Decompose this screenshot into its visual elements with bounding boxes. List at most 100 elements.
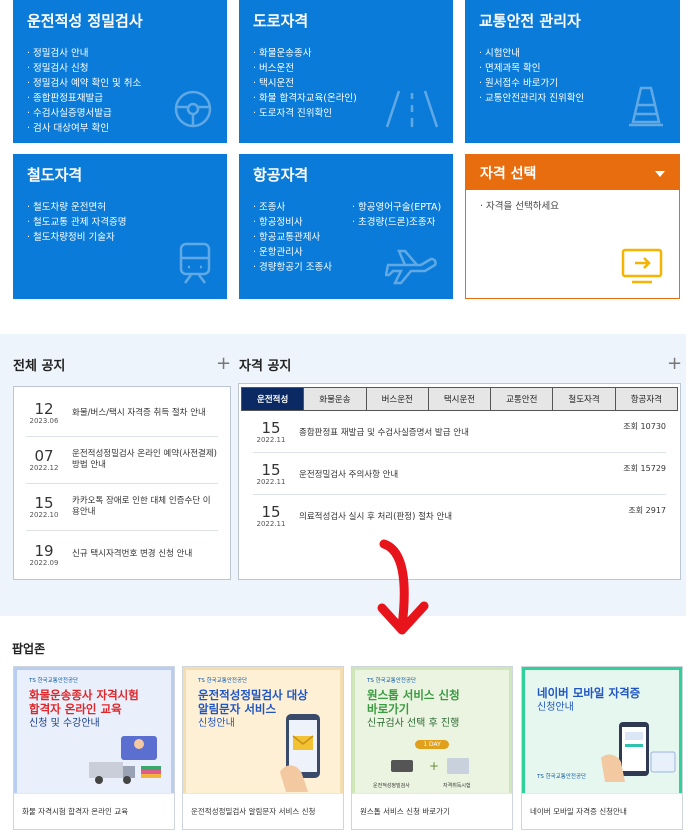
tile-link[interactable]: 화물운송종사 — [253, 46, 439, 61]
popup-caption[interactable]: 네이버 모바일 자격증 신청안내 — [522, 793, 682, 829]
notice-title[interactable]: 화물/버스/택시 자격증 취득 절차 안내 — [72, 408, 206, 419]
notice-day: 15 — [261, 418, 281, 437]
tile-link[interactable]: 항공정비사 — [253, 215, 332, 230]
tile-traffic-safety-manager[interactable]: 교통안전 관리자 시험안내 면제과목 확인 원서접수 바로가기 교통안전관리자 … — [465, 0, 680, 143]
popup-card[interactable]: 네이버 모바일 자격증 신청안내 TS 한국교통안전공단 네이버 모바일 자격증… — [521, 666, 683, 830]
notice-title[interactable]: 의료적성검사 실시 후 처리(판정) 절차 안내 — [299, 510, 452, 522]
tile-link[interactable]: 운항관리사 — [253, 245, 332, 260]
notice-year-month: 2023.06 — [29, 417, 59, 425]
popup-banner[interactable]: 네이버 모바일 자격증 신청안내 TS 한국교통안전공단 — [522, 667, 682, 793]
popup-card[interactable]: TS 한국교통안전공단 화물운송종사 자격시험 합격자 온라인 교육 신청 및 … — [13, 666, 175, 830]
tile-title[interactable]: 도로자격 — [253, 10, 439, 31]
qualification-select-header[interactable]: 자격 선택 — [466, 155, 679, 190]
notice-day: 19 — [34, 541, 54, 560]
banner-subtitle: 신청안내 — [537, 702, 574, 713]
tile-link[interactable]: 면제과목 확인 — [479, 61, 666, 76]
tile-aviation-qualification[interactable]: 항공자격 조종사 항공정비사 항공교통관제사 운항관리사 경량항공기 조종사 항… — [239, 154, 453, 299]
one-day-badge: 1 DAY — [415, 740, 449, 749]
tab-bus[interactable]: 버스운전 — [366, 387, 429, 411]
tile-menu: 철도차량 운전면허 철도교통 관제 자격증명 철도차량정비 기술자 — [27, 200, 213, 245]
popup-caption[interactable]: 운전적성정밀검사 알림문자 서비스 신청 — [183, 793, 343, 829]
notice-day: 15 — [261, 460, 281, 479]
chevron-down-icon[interactable] — [655, 165, 665, 181]
notice-title[interactable]: 카카오톡 장애로 인한 대체 인증수단 이용안내 — [72, 496, 218, 518]
tab-aviation[interactable]: 항공자격 — [615, 387, 678, 411]
plus-icon[interactable]: + — [667, 353, 682, 374]
banner-headline: 원스톱 서비스 신청 — [367, 688, 460, 702]
brand-logo: TS 한국교통안전공단 — [537, 774, 587, 780]
notice-year-month: 2022.11 — [256, 477, 286, 486]
train-icon — [177, 241, 213, 289]
banner-headline: 네이버 모바일 자격증 — [537, 686, 641, 700]
monitor-arrow-icon[interactable] — [619, 248, 665, 288]
banner-headline: 운전적성정밀검사 대상 — [198, 688, 308, 702]
popup-caption[interactable]: 화물 자격시험 합격자 온라인 교육 — [14, 793, 174, 829]
qual-notice-title[interactable]: 자격 공지 — [239, 355, 291, 374]
steering-wheel-icon — [173, 89, 213, 133]
tile-link[interactable]: 정밀검사 안내 — [27, 46, 213, 61]
notice-title[interactable]: 운전적성정밀검사 온라인 예약(사전결제) 방법 안내 — [72, 449, 218, 471]
qualification-select[interactable]: 자격 선택 · 자격을 선택하세요 — [465, 154, 680, 299]
list-item[interactable]: 15 2022.11 운전정밀검사 주의사항 안내 조회 15729 — [253, 453, 666, 495]
tile-link[interactable]: 정밀검사 신청 — [27, 61, 213, 76]
tile-road-qualification[interactable]: 도로자격 화물운송종사 버스운전 택시운전 화물 합격자교육(온라인) 도로자격… — [239, 0, 453, 143]
tile-title[interactable]: 항공자격 — [253, 164, 439, 185]
tile-link[interactable]: 조종사 — [253, 200, 332, 215]
tile-link[interactable]: 버스운전 — [253, 61, 439, 76]
tile-link[interactable]: 항공교통관제사 — [253, 230, 332, 245]
tile-link[interactable]: 철도교통 관제 자격증명 — [27, 215, 213, 230]
tile-railway-qualification[interactable]: 철도자격 철도차량 운전면허 철도교통 관제 자격증명 철도차량정비 기술자 — [13, 154, 227, 299]
popup-caption[interactable]: 원스톱 서비스 신청 바로가기 — [352, 793, 512, 829]
tile-title[interactable]: 운전적성 정밀검사 — [27, 10, 213, 31]
tab-traffic-safety[interactable]: 교통안전 — [491, 387, 554, 411]
view-count: 조회 10730 — [623, 422, 666, 431]
notice-title[interactable]: 종합판정표 재발급 및 수검사실증명서 발급 안내 — [299, 426, 469, 438]
list-item[interactable]: 19 2022.09 신규 택시자격번호 변경 신청 안내 — [26, 531, 218, 578]
tab-railway[interactable]: 철도자격 — [553, 387, 616, 411]
all-notice-list: 12 2023.06 화물/버스/택시 자격증 취득 절차 안내 07 2022.1… — [13, 386, 231, 580]
notice-date: 12 2023.06 — [26, 401, 62, 425]
popup-card[interactable]: TS 한국교통안전공단 운전적성정밀검사 대상 알림문자 서비스 신청안내 운전… — [182, 666, 344, 830]
brand-logo: TS 한국교통안전공단 — [367, 678, 417, 684]
tile-link[interactable]: 철도차량 운전면허 — [27, 200, 213, 215]
notice-title[interactable]: 신규 택시자격번호 변경 신청 안내 — [72, 549, 192, 560]
list-item[interactable]: 12 2023.06 화물/버스/택시 자격증 취득 절차 안내 — [26, 390, 218, 437]
tile-link[interactable]: 경량항공기 조종사 — [253, 260, 332, 275]
popup-banner[interactable]: TS 한국교통안전공단 운전적성정밀검사 대상 알림문자 서비스 신청안내 — [183, 667, 343, 793]
all-notice-title[interactable]: 전체 공지 — [13, 355, 65, 374]
phone-message-icon — [280, 714, 320, 792]
plus-icon[interactable]: + — [216, 353, 231, 374]
list-item[interactable]: 15 2022.11 종합판정표 재발급 및 수검사실증명서 발급 안내 조회 1… — [253, 411, 666, 453]
notice-date: 15 2022.11 — [253, 504, 289, 528]
banner-headline: 바로가기 — [367, 702, 410, 716]
popup-zone-title: 팝업존 — [12, 642, 46, 656]
qual-notice-list: 15 2022.11 종합판정표 재발급 및 수검사실증명서 발급 안내 조회 1… — [239, 411, 680, 537]
notice-year-month: 2022.12 — [29, 464, 59, 472]
popup-banner[interactable]: TS 한국교통안전공단 원스톱 서비스 신청 바로가기 신규검사 선택 후 진행… — [352, 667, 512, 793]
popup-banner[interactable]: TS 한국교통안전공단 화물운송종사 자격시험 합격자 온라인 교육 신청 및 … — [14, 667, 174, 793]
tile-link[interactable]: 초경량(드론)조종자 — [352, 215, 441, 230]
tab-cargo[interactable]: 화물운송 — [304, 387, 367, 411]
banner-headline: 화물운송종사 자격시험 — [29, 688, 139, 702]
truck-illustration-icon — [89, 736, 161, 784]
tile-title[interactable]: 철도자격 — [27, 164, 213, 185]
popup-card[interactable]: TS 한국교통안전공단 원스톱 서비스 신청 바로가기 신규검사 선택 후 진행… — [351, 666, 513, 830]
placeholder-text: 자격을 선택하세요 — [486, 201, 559, 212]
traffic-cone-icon — [626, 85, 666, 133]
list-item[interactable]: 15 2022.11 의료적성검사 실시 후 처리(판정) 절차 안내 조회 29… — [253, 495, 666, 537]
list-item[interactable]: 15 2022.10 카카오톡 장애로 인한 대체 인증수단 이용안내 — [26, 484, 218, 531]
notice-day: 12 — [34, 400, 54, 418]
tile-link[interactable]: 항공영어구술(EPTA) — [352, 200, 441, 215]
tab-driving-aptitude[interactable]: 운전적성 — [241, 387, 305, 411]
tile-title[interactable]: 교통안전 관리자 — [479, 10, 666, 31]
list-item[interactable]: 07 2022.12 운전적성정밀검사 온라인 예약(사전결제) 방법 안내 — [26, 437, 218, 484]
qualification-select-title: 자격 선택 — [480, 165, 537, 182]
notice-day: 07 — [34, 447, 54, 465]
notice-date: 19 2022.09 — [26, 543, 62, 567]
tab-taxi[interactable]: 택시운전 — [428, 387, 492, 411]
tile-driving-aptitude[interactable]: 운전적성 정밀검사 정밀검사 안내 정밀검사 신청 정밀검사 예약 확인 및 취… — [13, 0, 227, 143]
tile-link[interactable]: 시험안내 — [479, 46, 666, 61]
view-count: 조회 15729 — [623, 464, 666, 473]
banner-subtitle: 신규검사 선택 후 진행 — [367, 718, 460, 729]
notice-title[interactable]: 운전정밀검사 주의사항 안내 — [299, 468, 398, 480]
